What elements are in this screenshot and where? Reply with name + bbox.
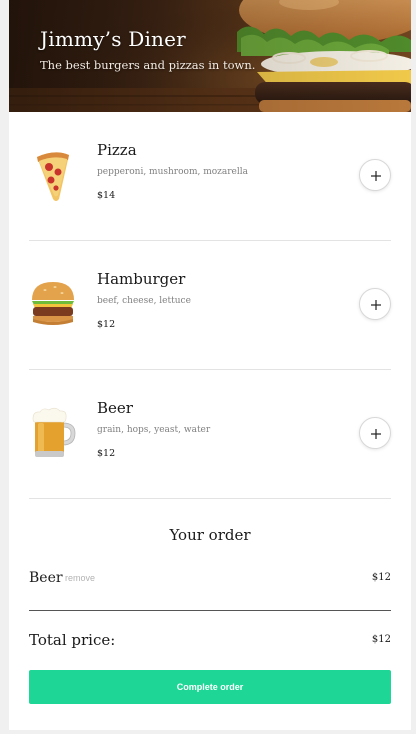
hamburger-icon: [29, 276, 77, 332]
total-price-label: Total price:: [29, 631, 116, 649]
item-name: Pizza: [97, 141, 137, 159]
item-ingredients: grain, hops, yeast, water: [97, 425, 211, 435]
order-line-price: $12: [371, 572, 391, 583]
plus-icon: [371, 429, 381, 439]
hero-header: Jimmy’s Diner The best burgers and pizza…: [9, 0, 411, 112]
add-hamburger-button[interactable]: [359, 288, 391, 320]
add-pizza-button[interactable]: [359, 159, 391, 191]
total-price-value: $12: [371, 634, 391, 645]
complete-order-button[interactable]: Complete order: [29, 670, 391, 704]
plus-icon: [371, 171, 381, 181]
item-name: Hamburger: [97, 270, 186, 288]
restaurant-name: Jimmy’s Diner: [40, 27, 186, 51]
restaurant-tagline: The best burgers and pizzas in town.: [40, 58, 256, 72]
remove-button[interactable]: remove: [65, 573, 95, 583]
order-title: Your order: [169, 526, 251, 544]
order-line-item: Beer remove $12: [29, 568, 391, 611]
order-line-name: Beer: [29, 570, 63, 586]
burger-hero-image: [9, 0, 411, 112]
add-beer-button[interactable]: [359, 417, 391, 449]
item-price: $12: [97, 319, 116, 330]
item-name: Beer: [97, 399, 133, 417]
item-ingredients: beef, cheese, lettuce: [97, 296, 191, 306]
pizza-icon: [29, 147, 77, 203]
item-price: $14: [97, 190, 116, 201]
menu-item-pizza: Pizza pepperoni, mushroom, mozarella $14: [29, 112, 391, 241]
menu-item-hamburger: Hamburger beef, cheese, lettuce $12: [29, 241, 391, 370]
beer-icon: [29, 405, 77, 461]
plus-icon: [371, 300, 381, 310]
menu-item-beer: Beer grain, hops, yeast, water $12: [29, 370, 391, 499]
diner-app: Jimmy’s Diner The best burgers and pizza…: [9, 0, 411, 730]
item-ingredients: pepperoni, mushroom, mozarella: [97, 167, 249, 177]
item-price: $12: [97, 448, 116, 459]
